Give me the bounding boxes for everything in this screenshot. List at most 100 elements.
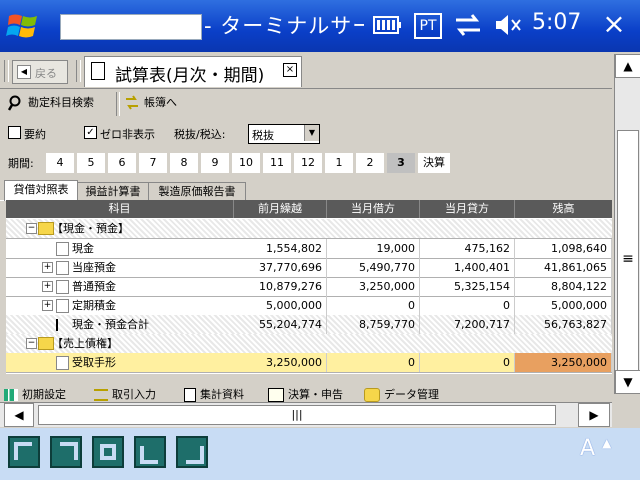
window-layout-1-icon[interactable]: [8, 436, 40, 468]
document-title: 試算表(月次・期間): [115, 66, 265, 86]
menu-label: 初期設定: [22, 388, 66, 401]
period-month-2[interactable]: 2: [356, 153, 385, 173]
hide-zero-checkbox[interactable]: ✓: [84, 126, 97, 139]
scroll-up-button[interactable]: ▲: [615, 54, 640, 78]
scroll-left-button[interactable]: ◀: [4, 403, 34, 427]
menu-label: データ管理: [384, 388, 439, 401]
header-balance[interactable]: 残高: [515, 200, 612, 218]
ledger-button[interactable]: 帳簿へ: [124, 94, 177, 114]
row-name: 定期積金: [72, 299, 116, 312]
battery-icon[interactable]: [372, 10, 402, 40]
period-final[interactable]: 決算: [418, 153, 451, 173]
period-month-5[interactable]: 5: [77, 153, 106, 173]
table-row[interactable]: − 【現金・預金】: [6, 219, 612, 239]
period-month-12[interactable]: 12: [294, 153, 323, 173]
close-button[interactable]: ×: [596, 6, 632, 42]
prev-balance-cell: 37,770,696: [234, 258, 327, 277]
closing-icon: [268, 388, 284, 402]
document-icon: [184, 388, 196, 402]
collapse-icon[interactable]: −: [26, 338, 37, 349]
period-month-6[interactable]: 6: [108, 153, 137, 173]
tab-manufacturing-cost[interactable]: 製造原価報告書: [148, 182, 246, 201]
menu-data-management[interactable]: データ管理: [364, 386, 439, 402]
window-title: - ターミナルサート: [204, 14, 364, 38]
expand-icon[interactable]: +: [42, 281, 53, 292]
table-row[interactable]: 現金 1,554,802 19,000 475,162 1,098,640: [6, 239, 612, 259]
header-account[interactable]: 科目: [6, 200, 234, 218]
period-month-7[interactable]: 7: [139, 153, 168, 173]
scroll-right-button[interactable]: ▶: [578, 403, 610, 427]
windows-start-icon[interactable]: [6, 8, 42, 44]
vertical-scrollbar[interactable]: ▲ ≡ ▼: [614, 54, 640, 394]
header-credit[interactable]: 当月貸方: [420, 200, 515, 218]
period-month-11[interactable]: 11: [263, 153, 292, 173]
tab-balance-sheet[interactable]: 貸借対照表: [4, 180, 78, 201]
period-selector: 期間: 4 5 6 7 8 9 10 11 12 1 2 3 決算: [0, 152, 612, 174]
table-row[interactable]: + 当座預金 37,770,696 5,490,770 1,400,401 41…: [6, 258, 612, 278]
horizontal-scroll-thumb[interactable]: |||: [38, 405, 556, 425]
table-row[interactable]: + 普通預金 10,879,276 3,250,000 5,325,154 8,…: [6, 277, 612, 297]
credit-cell: 475,162: [420, 239, 515, 258]
debit-cell: 19,000: [327, 239, 420, 258]
expand-icon[interactable]: +: [42, 262, 53, 273]
table-row[interactable]: + 定期積金 5,000,000 0 0 5,000,000: [6, 296, 612, 316]
document-tab[interactable]: 試算表(月次・期間) ×: [84, 56, 302, 87]
expand-icon[interactable]: +: [42, 300, 53, 311]
summary-checkbox[interactable]: [8, 126, 21, 139]
window-layout-3-icon[interactable]: [92, 436, 124, 468]
window-layout-4-icon[interactable]: [134, 436, 166, 468]
header-prev-balance[interactable]: 前月繰越: [234, 200, 327, 218]
menu-closing[interactable]: 決算・申告: [268, 386, 343, 402]
tax-mode-value: 税抜: [252, 129, 274, 142]
period-month-1[interactable]: 1: [325, 153, 354, 173]
account-search-button[interactable]: 勘定科目検索: [8, 94, 94, 114]
menu-reports[interactable]: 集計資料: [184, 386, 244, 402]
balance-cell: 41,861,065: [515, 258, 612, 277]
window-layout-5-icon[interactable]: [176, 436, 208, 468]
ledger-label: 帳簿へ: [144, 96, 177, 109]
horizontal-scrollbar[interactable]: ◀ ||| ▶: [0, 402, 612, 427]
back-label: 戻る: [35, 67, 57, 80]
account-icon: [56, 280, 69, 294]
window-layout-2-icon[interactable]: [50, 436, 82, 468]
period-month-9[interactable]: 9: [201, 153, 230, 173]
document-tab-bar: ◀ 戻る 試算表(月次・期間) ×: [0, 54, 612, 89]
close-document-button[interactable]: ×: [283, 63, 297, 77]
balance-cell: 56,763,827: [515, 315, 612, 334]
credit-cell: 5,325,154: [420, 277, 515, 296]
scroll-thumb[interactable]: ≡: [617, 130, 639, 386]
table-row-selected[interactable]: 受取手形 3,250,000 0 0 3,250,000: [6, 353, 612, 373]
chevron-down-icon: ▼: [304, 125, 319, 141]
menu-initial-settings[interactable]: 初期設定: [4, 386, 66, 402]
prev-balance-cell: 1,554,802: [234, 239, 327, 258]
scroll-down-button[interactable]: ▼: [615, 370, 640, 394]
document-icon: [91, 62, 105, 80]
collapse-icon[interactable]: −: [26, 223, 37, 234]
volume-mute-icon[interactable]: [492, 10, 524, 40]
row-name: 現金: [72, 242, 94, 255]
table-row-total[interactable]: 現金・預金合計 55,204,774 8,759,770 7,200,717 5…: [6, 315, 612, 335]
row-name: 現金・預金合計: [72, 318, 149, 331]
menu-transaction-input[interactable]: 取引入力: [94, 386, 156, 402]
period-month-10[interactable]: 10: [232, 153, 261, 173]
report-tabs: 貸借対照表 損益計算書 製造原価報告書: [0, 180, 612, 201]
period-month-4[interactable]: 4: [46, 153, 75, 173]
tab-income-statement[interactable]: 損益計算書: [77, 182, 149, 201]
period-month-3[interactable]: 3: [387, 153, 416, 173]
summary-label: 要約: [24, 128, 46, 141]
header-debit[interactable]: 当月借方: [327, 200, 420, 218]
transaction-icon: [94, 389, 108, 401]
input-panel-button[interactable]: A ▲: [580, 436, 620, 470]
tax-mode-select[interactable]: 税抜 ▼: [248, 124, 320, 144]
credit-cell: 0: [420, 353, 515, 372]
period-month-8[interactable]: 8: [170, 153, 199, 173]
table-row[interactable]: − 【売上債権】: [6, 334, 612, 354]
hide-zero-label: ゼロ非表示: [100, 128, 155, 141]
input-method-icon[interactable]: PT: [412, 10, 442, 40]
clock[interactable]: 5:07: [532, 10, 581, 35]
pt-label: PT: [414, 13, 442, 39]
prev-balance-cell: 55,204,774: [234, 315, 327, 334]
back-button[interactable]: ◀ 戻る: [12, 60, 68, 84]
connectivity-icon[interactable]: [452, 10, 484, 40]
row-name: 【現金・預金】: [52, 222, 129, 235]
